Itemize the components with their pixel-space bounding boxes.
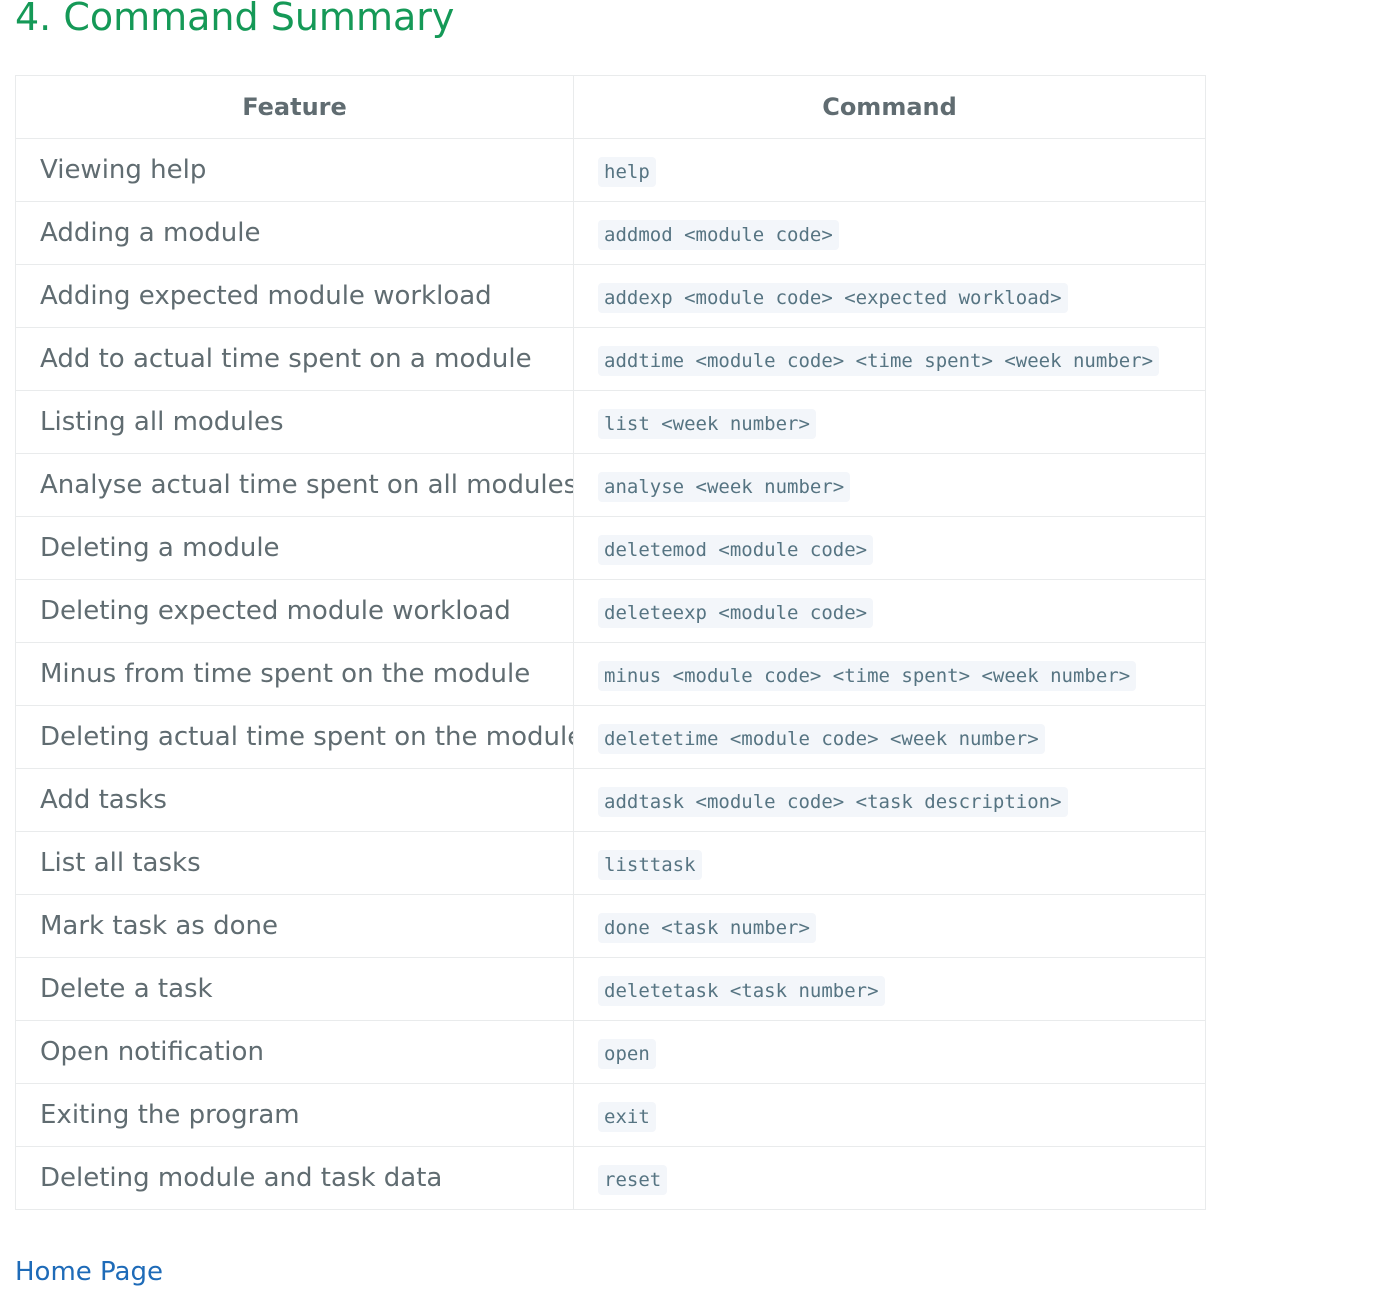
command-code: reset [598, 1165, 668, 1195]
command-cell: addexp <module code> <expected workload> [573, 264, 1206, 328]
table-row: Deleting a module deletemod <module code… [15, 516, 1206, 580]
command-cell: reset [573, 1146, 1206, 1210]
command-code: help [598, 157, 656, 187]
home-page-link[interactable]: Home Page [15, 1254, 163, 1290]
feature-cell: Adding a module [15, 201, 574, 265]
table-row: Viewing help help [15, 138, 1206, 202]
feature-cell: Mark task as done [15, 894, 574, 958]
command-cell: listtask [573, 831, 1206, 895]
column-header-command: Command [573, 75, 1206, 139]
table-row: Exiting the program exit [15, 1083, 1206, 1147]
command-code: addmod <module code> [598, 220, 839, 250]
command-cell: open [573, 1020, 1206, 1084]
feature-cell: Deleting module and task data [15, 1146, 574, 1210]
table-body: Viewing help help Adding a module addmod… [15, 138, 1206, 1210]
command-code: analyse <week number> [598, 472, 851, 502]
command-code: deletetime <module code> <week number> [598, 724, 1045, 754]
feature-cell: Deleting expected module workload [15, 579, 574, 643]
feature-cell: Analyse actual time spent on all modules [15, 453, 574, 517]
command-cell: addtask <module code> <task description> [573, 768, 1206, 832]
feature-cell: List all tasks [15, 831, 574, 895]
table-row: Analyse actual time spent on all modules… [15, 453, 1206, 517]
table-header-row: Feature Command [15, 75, 1206, 139]
command-code: deletetask <task number> [598, 976, 885, 1006]
table-row: Delete a task deletetask <task number> [15, 957, 1206, 1021]
command-code: open [598, 1039, 656, 1069]
page-content: 4. Command Summary Feature Command Viewi… [15, 0, 1206, 1287]
command-code: deleteexp <module code> [598, 598, 874, 628]
table-row: Mark task as done done <task number> [15, 894, 1206, 958]
table-row: Deleting module and task data reset [15, 1146, 1206, 1210]
table-row: Deleting expected module workload delete… [15, 579, 1206, 643]
command-cell: deletetime <module code> <week number> [573, 705, 1206, 769]
column-header-feature: Feature [15, 75, 574, 139]
section-heading: 4. Command Summary [15, 0, 455, 39]
table-row: Minus from time spent on the module minu… [15, 642, 1206, 706]
command-cell: addtime <module code> <time spent> <week… [573, 327, 1206, 391]
command-code: exit [598, 1102, 656, 1132]
command-cell: addmod <module code> [573, 201, 1206, 265]
feature-cell: Minus from time spent on the module [15, 642, 574, 706]
command-code: deletemod <module code> [598, 535, 874, 565]
table-row: List all tasks listtask [15, 831, 1206, 895]
feature-cell: Listing all modules [15, 390, 574, 454]
feature-cell: Deleting actual time spent on the module [15, 705, 574, 769]
table-row: Listing all modules list <week number> [15, 390, 1206, 454]
table-row: Adding a module addmod <module code> [15, 201, 1206, 265]
feature-cell: Add tasks [15, 768, 574, 832]
command-cell: exit [573, 1083, 1206, 1147]
command-cell: deleteexp <module code> [573, 579, 1206, 643]
command-code: listtask [598, 850, 702, 880]
command-cell: help [573, 138, 1206, 202]
command-code: addexp <module code> <expected workload> [598, 283, 1068, 313]
table-row: Adding expected module workload addexp <… [15, 264, 1206, 328]
command-code: addtime <module code> <time spent> <week… [598, 346, 1160, 376]
table-row: Add to actual time spent on a module add… [15, 327, 1206, 391]
command-cell: analyse <week number> [573, 453, 1206, 517]
command-cell: done <task number> [573, 894, 1206, 958]
command-code: addtask <module code> <task description> [598, 787, 1068, 817]
command-code: done <task number> [598, 913, 816, 943]
command-code: minus <module code> <time spent> <week n… [598, 661, 1137, 691]
feature-cell: Viewing help [15, 138, 574, 202]
feature-cell: Deleting a module [15, 516, 574, 580]
command-code: list <week number> [598, 409, 816, 439]
command-cell: deletemod <module code> [573, 516, 1206, 580]
feature-cell: Open notification [15, 1020, 574, 1084]
command-cell: list <week number> [573, 390, 1206, 454]
table-row: Deleting actual time spent on the module… [15, 705, 1206, 769]
command-cell: deletetask <task number> [573, 957, 1206, 1021]
table-row: Add tasks addtask <module code> <task de… [15, 768, 1206, 832]
feature-cell: Adding expected module workload [15, 264, 574, 328]
table-row: Open notification open [15, 1020, 1206, 1084]
feature-cell: Delete a task [15, 957, 574, 1021]
feature-cell: Add to actual time spent on a module [15, 327, 574, 391]
command-cell: minus <module code> <time spent> <week n… [573, 642, 1206, 706]
command-summary-table: Feature Command Viewing help help Adding… [15, 75, 1206, 1210]
feature-cell: Exiting the program [15, 1083, 574, 1147]
